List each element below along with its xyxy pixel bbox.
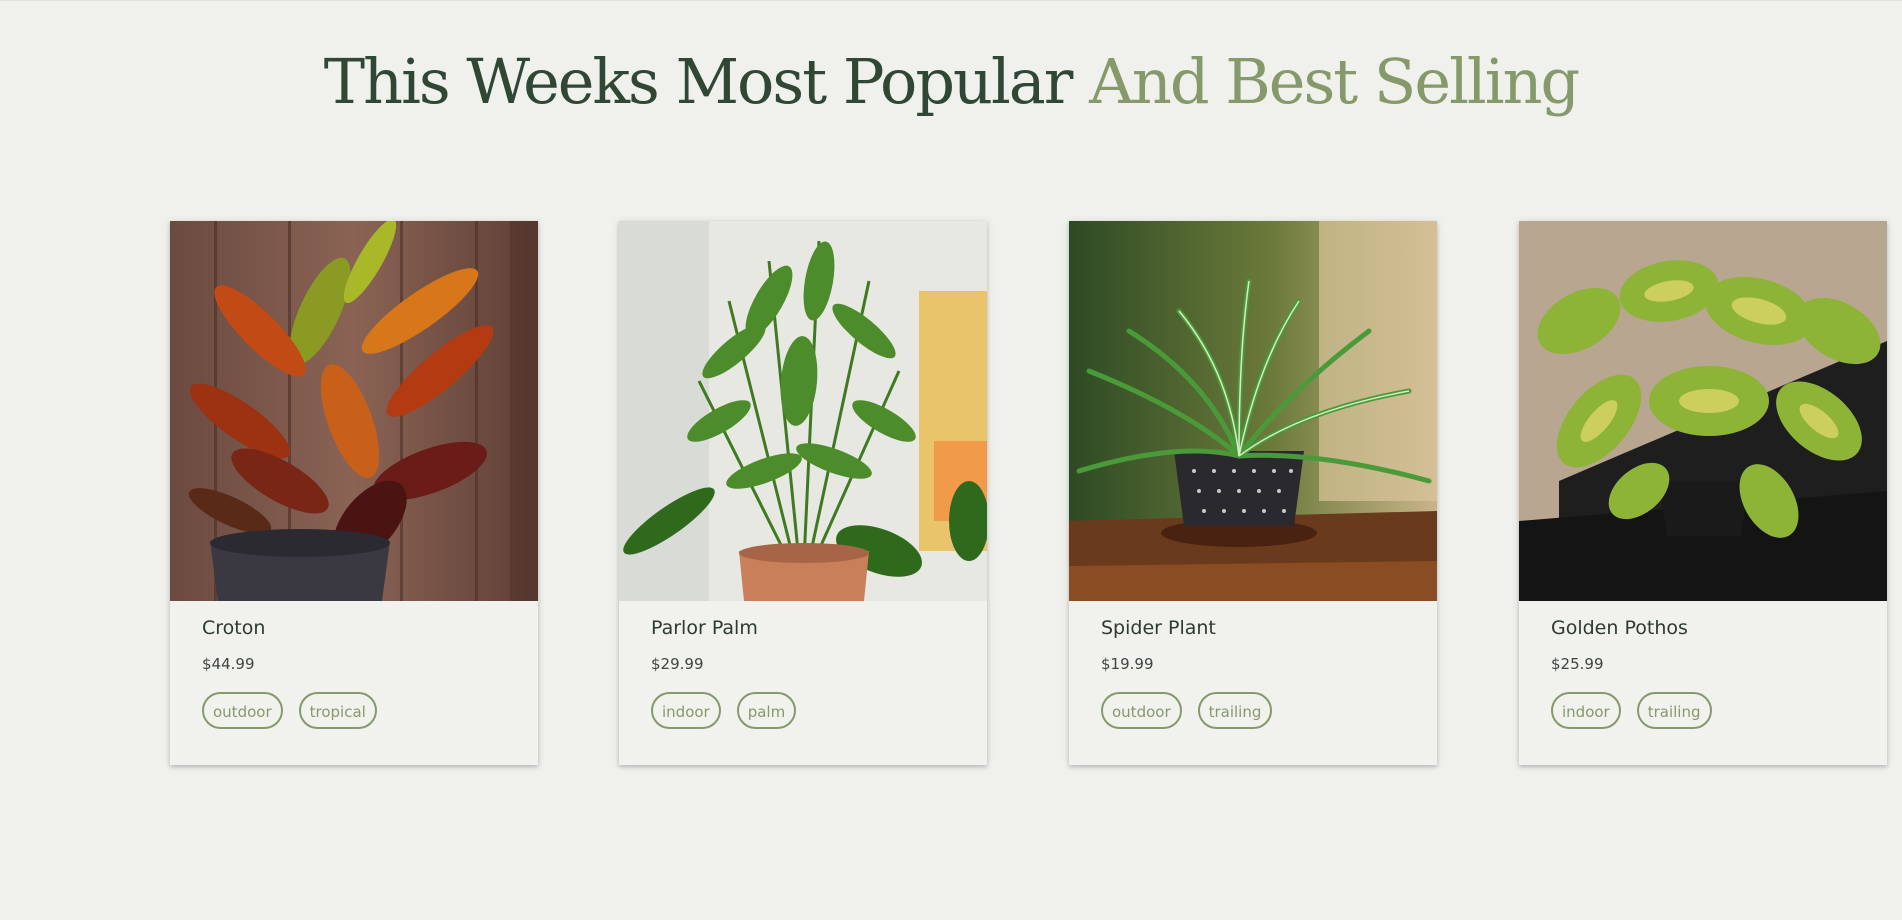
golden-pothos-photo[interactable] xyxy=(1519,221,1887,601)
croton-plant-photo[interactable] xyxy=(170,221,538,601)
product-card-spider-plant[interactable]: Spider Plant $19.99 outdoor trailing xyxy=(1069,221,1437,765)
spider-plant-photo[interactable] xyxy=(1069,221,1437,601)
product-price: $19.99 xyxy=(1101,655,1154,673)
heading-dark-text: This Weeks Most Popular xyxy=(323,45,1074,118)
parlor-palm-photo[interactable] xyxy=(619,221,987,601)
product-name[interactable]: Golden Pothos xyxy=(1551,617,1688,639)
tag-palm[interactable]: palm xyxy=(736,692,797,729)
tag-outdoor[interactable]: outdoor xyxy=(202,692,283,729)
tag-trailing[interactable]: trailing xyxy=(1636,692,1712,729)
tag-indoor[interactable]: indoor xyxy=(1551,692,1621,729)
page: This Weeks Most Popular And Best Selling xyxy=(0,0,1902,920)
tag-outdoor[interactable]: outdoor xyxy=(1101,692,1182,729)
tag-list: indoor palm xyxy=(651,692,797,729)
product-price: $25.99 xyxy=(1551,655,1604,673)
tag-tropical[interactable]: tropical xyxy=(298,692,377,729)
product-card-golden-pothos[interactable]: Golden Pothos $25.99 indoor trailing xyxy=(1519,221,1887,765)
section-heading: This Weeks Most Popular And Best Selling xyxy=(0,39,1902,125)
product-name[interactable]: Parlor Palm xyxy=(651,617,758,639)
tag-trailing[interactable]: trailing xyxy=(1197,692,1273,729)
heading-accent-text: And Best Selling xyxy=(1089,45,1580,118)
product-price: $29.99 xyxy=(651,655,704,673)
product-name[interactable]: Spider Plant xyxy=(1101,617,1216,639)
tag-indoor[interactable]: indoor xyxy=(651,692,721,729)
product-card-croton[interactable]: Croton $44.99 outdoor tropical xyxy=(170,221,538,765)
product-card-parlor-palm[interactable]: Parlor Palm $29.99 indoor palm xyxy=(619,221,987,765)
product-name[interactable]: Croton xyxy=(202,617,265,639)
product-price: $44.99 xyxy=(202,655,255,673)
tag-list: outdoor tropical xyxy=(202,692,377,729)
tag-list: outdoor trailing xyxy=(1101,692,1273,729)
tag-list: indoor trailing xyxy=(1551,692,1712,729)
